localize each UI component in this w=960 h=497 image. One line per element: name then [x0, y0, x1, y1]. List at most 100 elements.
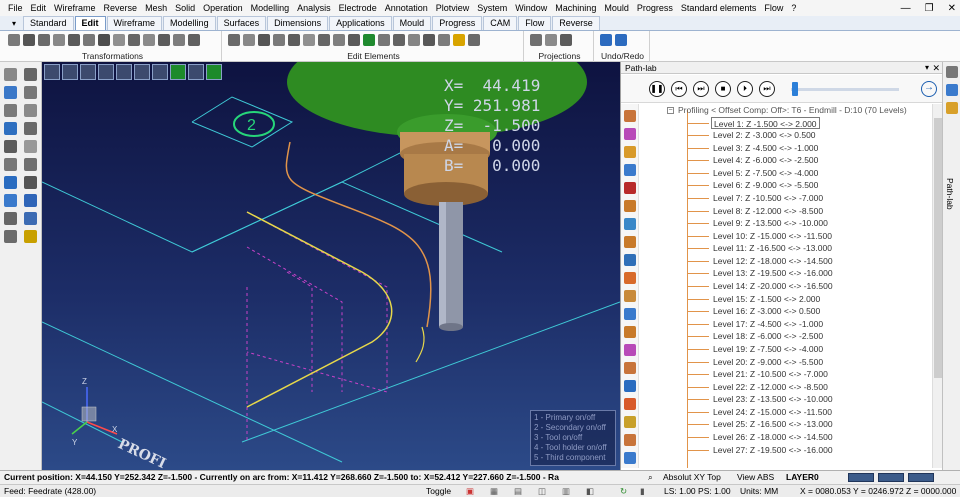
- view-tool-icon[interactable]: [80, 64, 96, 80]
- tree-level-item[interactable]: Level 18: Z -6.000 <-> -2.500: [711, 330, 825, 343]
- operation-20-icon[interactable]: [624, 452, 636, 464]
- polar-mode-icon[interactable]: ◫: [538, 485, 546, 497]
- tree-level-item[interactable]: Level 21: Z -10.500 <-> -7.000: [711, 368, 830, 381]
- layer-icon[interactable]: [4, 140, 17, 153]
- menu-analysis[interactable]: Analysis: [293, 3, 335, 13]
- legend-item[interactable]: 2 - Secondary on/off: [534, 423, 612, 433]
- status-color-3[interactable]: [908, 473, 934, 482]
- speed-slider[interactable]: [791, 88, 899, 91]
- workplane-icon[interactable]: [24, 212, 37, 225]
- tab-wireframe[interactable]: Wireframe: [106, 16, 163, 30]
- tree-level-item[interactable]: Level 17: Z -4.500 <-> -1.000: [711, 318, 825, 331]
- detach-icon[interactable]: [438, 34, 450, 46]
- next-icon[interactable]: ⏵: [737, 81, 753, 97]
- active-layer[interactable]: LAYER0: [786, 471, 819, 484]
- refresh-status-icon[interactable]: ↻: [620, 485, 627, 497]
- view-cube-1-icon[interactable]: [98, 64, 114, 80]
- pan-icon[interactable]: [4, 86, 17, 99]
- tab-mould[interactable]: Mould: [392, 16, 432, 30]
- wrap-icon[interactable]: [173, 34, 185, 46]
- tree-level-item[interactable]: Level 27: Z -19.500 <-> -16.000: [711, 444, 835, 457]
- tree-scrollbar[interactable]: [932, 104, 942, 468]
- operation-4-icon[interactable]: [624, 164, 636, 176]
- menu-electrode[interactable]: Electrode: [335, 3, 381, 13]
- tree-level-item[interactable]: Level 16: Z -3.000 <-> 0.500: [711, 305, 822, 318]
- tree-level-item[interactable]: Level 10: Z -15.000 <-> -11.500: [711, 230, 834, 243]
- tree-level-item[interactable]: Level 23: Z -13.500 <-> -10.000: [711, 393, 835, 406]
- operation-6-icon[interactable]: [624, 200, 636, 212]
- trash-icon[interactable]: [4, 212, 17, 225]
- scrollbar-thumb[interactable]: [934, 118, 942, 378]
- unwrap-icon[interactable]: [188, 34, 200, 46]
- close-panel-icon[interactable]: ✕: [932, 62, 940, 74]
- menu-standard-elements[interactable]: Standard elements: [677, 3, 761, 13]
- menu-file[interactable]: File: [4, 3, 27, 13]
- offset-icon[interactable]: [113, 34, 125, 46]
- lock-icon[interactable]: ▮: [640, 485, 645, 497]
- tree-level-item[interactable]: Level 5: Z -7.500 <-> -4.000: [711, 167, 820, 180]
- tree-level-item[interactable]: Level 15: Z -1.500 <-> 2.000: [711, 293, 822, 306]
- delete-selection-icon[interactable]: [24, 86, 37, 99]
- tree-level-item[interactable]: Level 11: Z -16.500 <-> -13.000: [711, 242, 834, 255]
- hide-icon[interactable]: [24, 140, 37, 153]
- tree-level-item[interactable]: Level 12: Z -18.000 <-> -14.500: [711, 255, 835, 268]
- move-icon[interactable]: [23, 34, 35, 46]
- trim-icon[interactable]: [243, 34, 255, 46]
- tab-standard[interactable]: Standard: [23, 16, 74, 30]
- tree-level-item[interactable]: Level 9: Z -13.500 <-> -10.000: [711, 217, 830, 230]
- operation-1-icon[interactable]: [624, 110, 636, 122]
- operation-14-icon[interactable]: [624, 344, 636, 356]
- redo-icon[interactable]: [615, 34, 627, 46]
- legend-item[interactable]: 4 - Tool holder on/off: [534, 443, 612, 453]
- operation-7-icon[interactable]: [624, 218, 636, 230]
- go-arrow-icon[interactable]: →: [921, 81, 937, 97]
- menu-annotation[interactable]: Annotation: [381, 3, 432, 13]
- stretch-icon[interactable]: [128, 34, 140, 46]
- tree-level-item[interactable]: Level 2: Z -3.000 <-> 0.500: [711, 129, 818, 142]
- view-cube-3-icon[interactable]: [134, 64, 150, 80]
- menu-plotview[interactable]: Plotview: [432, 3, 474, 13]
- minimize-icon[interactable]: —: [901, 3, 911, 14]
- tree-level-item[interactable]: Level 6: Z -9.000 <-> -5.500: [711, 179, 820, 192]
- search-icon[interactable]: ⌕: [648, 471, 653, 484]
- refresh-icon[interactable]: [4, 176, 17, 189]
- project-plane-icon[interactable]: [560, 34, 572, 46]
- menu-system[interactable]: System: [473, 3, 511, 13]
- toggle-button[interactable]: Toggle: [426, 485, 451, 497]
- operation-15-icon[interactable]: [624, 362, 636, 374]
- tab-flow[interactable]: Flow: [518, 16, 552, 30]
- array-icon[interactable]: [83, 34, 95, 46]
- shade-icon[interactable]: [24, 158, 37, 171]
- modify-icon[interactable]: [408, 34, 420, 46]
- delete-icon[interactable]: [228, 34, 240, 46]
- menu-flow[interactable]: Flow: [760, 3, 787, 13]
- legend-item[interactable]: 5 - Third component: [534, 453, 612, 463]
- rotate-icon[interactable]: [38, 34, 50, 46]
- tree-root-node[interactable]: − Profiling < Offset Comp: Off>: T6 - End…: [667, 104, 907, 116]
- menu-solid[interactable]: Solid: [171, 3, 199, 13]
- select-icon[interactable]: [4, 68, 17, 81]
- approximate-icon[interactable]: [378, 34, 390, 46]
- legend-item[interactable]: 1 - Primary on/off: [534, 413, 612, 423]
- menu-reverse[interactable]: Reverse: [100, 3, 142, 13]
- fillet-icon[interactable]: [303, 34, 315, 46]
- tree-level-item[interactable]: Level 4: Z -6.000 <-> -2.500: [711, 154, 820, 167]
- osnap-mode-icon[interactable]: ▥: [562, 485, 570, 497]
- operation-12-icon[interactable]: [624, 308, 636, 320]
- tree-level-item[interactable]: Level 7: Z -10.500 <-> -7.000: [711, 192, 825, 205]
- tree-level-item[interactable]: Level 19: Z -7.500 <-> -4.000: [711, 343, 825, 356]
- split-icon[interactable]: [393, 34, 405, 46]
- tree-level-item[interactable]: Level 3: Z -4.500 <-> -1.000: [711, 142, 820, 155]
- view-cube-5-icon[interactable]: [170, 64, 186, 80]
- smooth-icon[interactable]: [363, 34, 375, 46]
- tree-level-item[interactable]: Level 26: Z -18.000 <-> -14.500: [711, 431, 835, 444]
- chamfer-icon[interactable]: [318, 34, 330, 46]
- tree-level-item[interactable]: Level 25: Z -16.500 <-> -13.000: [711, 418, 835, 431]
- tab-modelling[interactable]: Modelling: [163, 16, 216, 30]
- copy-icon[interactable]: [8, 34, 20, 46]
- operation-2-icon[interactable]: [624, 128, 636, 140]
- align-icon[interactable]: [98, 34, 110, 46]
- rotate-view-icon[interactable]: [4, 122, 17, 135]
- menu-progress[interactable]: Progress: [633, 3, 677, 13]
- menu-operation[interactable]: Operation: [199, 3, 247, 13]
